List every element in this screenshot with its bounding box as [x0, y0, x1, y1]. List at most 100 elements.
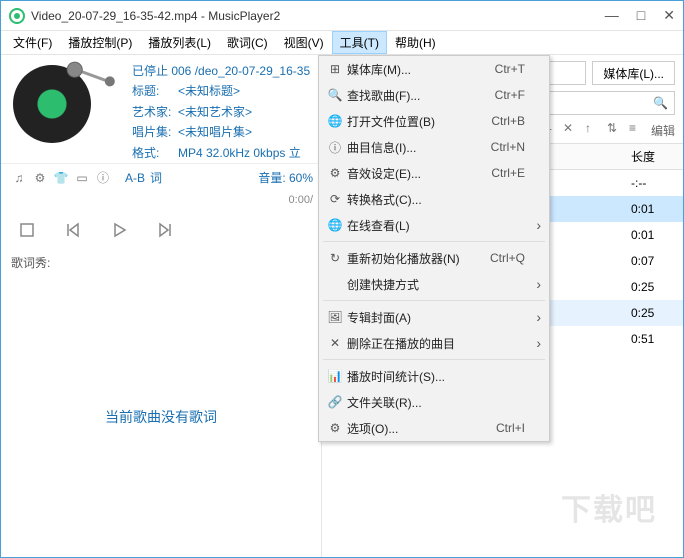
mini-toolbar: ♫ ⚙ 👕 ▭ ⓘ A-B 词 音量: 60% [1, 163, 321, 192]
tools-dropdown: ⊞媒体库(M)...Ctr+T🔍查找歌曲(F)...Ctr+F🌐打开文件位置(B… [318, 55, 550, 442]
menu-item-accel: Ctrl+E [491, 166, 525, 180]
search-icon: 🔍 [323, 88, 347, 102]
menu-item-删除正在播放的曲目[interactable]: ✕删除正在播放的曲目 [319, 330, 549, 356]
lyric-section-label: 歌词秀: [1, 248, 321, 277]
globe-icon: 🌐 [323, 218, 347, 232]
stop-button[interactable] [15, 218, 39, 242]
menu-视图(V)[interactable]: 视图(V) [276, 31, 332, 54]
image-icon: 🖼 [323, 310, 347, 324]
menu-item-accel: Ctrl+B [491, 114, 525, 128]
disc-icon [13, 65, 91, 143]
menu-item-label: 媒体库(M)... [347, 61, 495, 78]
grid-icon: ⊞ [323, 62, 347, 76]
menu-item-专辑封面(A)[interactable]: 🖼专辑封面(A) [319, 304, 549, 330]
watermark: 下载吧 [561, 485, 657, 529]
prev-button[interactable] [61, 218, 85, 242]
stats-icon: 📊 [323, 369, 347, 383]
gear-icon: ⚙ [323, 421, 347, 435]
artist-label: 艺术家: [132, 102, 178, 122]
menu-文件(F)[interactable]: 文件(F) [5, 31, 60, 54]
title-label: 标题: [132, 81, 178, 101]
album-value: <未知唱片集> [178, 125, 252, 139]
col-length[interactable]: 长度 [623, 144, 683, 169]
track-length: 0:25 [623, 306, 683, 320]
status-line: 已停止 006 /deo_20-07-29_16-35 [132, 61, 310, 81]
remove-icon[interactable]: ✕ [563, 121, 581, 139]
lyric-button[interactable]: 词 [150, 169, 162, 186]
window-title: Video_20-07-29_16-35-42.mp4 - MusicPlaye… [31, 9, 605, 23]
title-value: <未知标题> [178, 84, 240, 98]
window-controls: — □ ✕ [605, 7, 675, 24]
minimize-button[interactable]: — [605, 7, 619, 24]
menu-播放控制(P)[interactable]: 播放控制(P) [60, 31, 140, 54]
menu-separator [323, 300, 545, 301]
menu-item-label: 删除正在播放的曲目 [347, 335, 525, 352]
menu-item-label: 创建快捷方式 [347, 276, 525, 293]
menu-item-创建快捷方式[interactable]: 创建快捷方式 [319, 271, 549, 297]
skin-icon[interactable]: 👕 [51, 168, 71, 188]
menu-item-accel: Ctrl+N [491, 140, 525, 154]
up-icon[interactable]: ↑ [585, 121, 603, 139]
track-meta: 已停止 006 /deo_20-07-29_16-35 标题:<未知标题> 艺术… [132, 61, 310, 163]
menu-item-label: 专辑封面(A) [347, 309, 525, 326]
menu-item-label: 播放时间统计(S)... [347, 368, 525, 385]
playback-controls [1, 212, 321, 248]
menu-item-在线查看(L)[interactable]: 🌐在线查看(L) [319, 212, 549, 238]
track-length: 0:01 [623, 228, 683, 242]
menu-item-查找歌曲(F)...[interactable]: 🔍查找歌曲(F)...Ctr+F [319, 82, 549, 108]
search-icon[interactable]: 🔍 [653, 96, 668, 110]
volume-label[interactable]: 音量: 60% [258, 169, 313, 186]
menu-帮助(H)[interactable]: 帮助(H) [387, 31, 444, 54]
media-library-button[interactable]: 媒体库(L)... [592, 61, 675, 85]
menu-item-转换格式(C)...[interactable]: ⟳转换格式(C)... [319, 186, 549, 212]
track-length: 0:51 [623, 332, 683, 346]
menu-item-打开文件位置(B)[interactable]: 🌐打开文件位置(B)Ctrl+B [319, 108, 549, 134]
menu-item-accel: Ctr+T [495, 62, 525, 76]
menu-item-重新初始化播放器(N)[interactable]: ↻重新初始化播放器(N)Ctrl+Q [319, 245, 549, 271]
menu-播放列表(L)[interactable]: 播放列表(L) [140, 31, 219, 54]
menu-separator [323, 241, 545, 242]
play-button[interactable] [107, 218, 131, 242]
menu-item-文件关联(R)...[interactable]: 🔗文件关联(R)... [319, 389, 549, 415]
mini-icon[interactable]: ▭ [72, 168, 92, 188]
close-button[interactable]: ✕ [663, 7, 675, 24]
sort-icon[interactable]: ⇅ [607, 121, 625, 139]
x-icon: ✕ [323, 336, 347, 350]
track-length: -:-- [623, 176, 683, 190]
lyric-area: 当前歌曲没有歌词 [1, 277, 321, 557]
menu-item-accel: Ctrl+Q [490, 251, 525, 265]
menu-item-label: 文件关联(R)... [347, 394, 525, 411]
menu-item-播放时间统计(S)...[interactable]: 📊播放时间统计(S)... [319, 363, 549, 389]
info-icon: ⓘ [323, 139, 347, 156]
next-button[interactable] [153, 218, 177, 242]
menu-item-曲目信息(I)...[interactable]: ⓘ曲目信息(I)...Ctrl+N [319, 134, 549, 160]
titlebar: Video_20-07-29_16-35-42.mp4 - MusicPlaye… [1, 1, 683, 31]
menu-item-音效设定(E)...[interactable]: ⚙音效设定(E)...Ctrl+E [319, 160, 549, 186]
menu-item-label: 查找歌曲(F)... [347, 87, 495, 104]
sliders-icon: ⚙ [323, 166, 347, 180]
menubar: 文件(F)播放控制(P)播放列表(L)歌词(C)视图(V)工具(T)帮助(H) [1, 31, 683, 55]
menu-item-选项(O)...[interactable]: ⚙选项(O)...Ctrl+I [319, 415, 549, 441]
menu-separator [323, 359, 545, 360]
menu-歌词(C)[interactable]: 歌词(C) [219, 31, 276, 54]
artist-value: <未知艺术家> [178, 105, 252, 119]
settings-icon[interactable]: ⚙ [30, 168, 50, 188]
ab-button[interactable]: A-B [125, 171, 145, 185]
menu-工具(T)[interactable]: 工具(T) [332, 31, 387, 54]
refresh-icon: ↻ [323, 251, 347, 265]
menu-item-label: 在线查看(L) [347, 217, 525, 234]
eq-icon[interactable]: ♫ [9, 168, 29, 188]
info-icon[interactable]: ⓘ [93, 168, 113, 188]
menu-item-媒体库(M)...[interactable]: ⊞媒体库(M)...Ctr+T [319, 56, 549, 82]
list-icon[interactable]: ≡ [629, 121, 647, 139]
lyric-empty-msg: 当前歌曲没有歌词 [105, 407, 217, 427]
left-pane: 已停止 006 /deo_20-07-29_16-35 标题:<未知标题> 艺术… [1, 55, 321, 557]
convert-icon: ⟳ [323, 192, 347, 206]
menu-item-label: 曲目信息(I)... [347, 139, 491, 156]
maximize-button[interactable]: □ [637, 7, 645, 24]
globe-icon: 🌐 [323, 114, 347, 128]
app-icon [9, 8, 25, 24]
menu-item-label: 选项(O)... [347, 420, 496, 437]
edit-label[interactable]: 编辑 [651, 122, 675, 139]
menu-item-label: 打开文件位置(B) [347, 113, 491, 130]
